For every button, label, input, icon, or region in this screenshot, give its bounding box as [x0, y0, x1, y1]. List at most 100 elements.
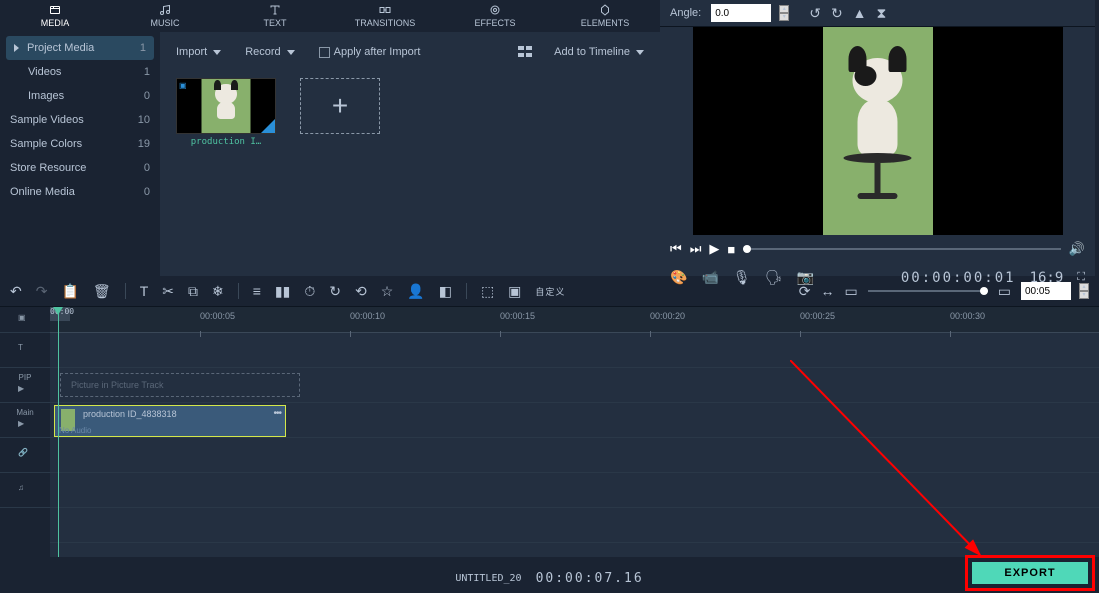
pip-track-icon: ▶: [18, 384, 32, 398]
duration-input[interactable]: [1021, 282, 1071, 300]
speed-icon[interactable]: ⏱: [304, 283, 315, 300]
track-main[interactable]: production ID_4838318 No Audio •••: [50, 403, 1099, 438]
elements-icon: [597, 4, 613, 16]
tab-elements[interactable]: ELEMENTS: [550, 0, 660, 32]
next-button[interactable]: ⏭: [690, 241, 702, 257]
tab-text[interactable]: TEXT: [220, 0, 330, 32]
tab-transitions[interactable]: TRANSITIONS: [330, 0, 440, 32]
cut-icon[interactable]: ✂: [162, 283, 174, 300]
flip-vertical-icon[interactable]: ⧗: [877, 5, 887, 22]
shapes-icon[interactable]: ◧: [439, 283, 452, 300]
zoom-out-icon[interactable]: ▭: [845, 283, 858, 300]
import-button[interactable]: Import: [176, 46, 221, 58]
track-extra[interactable]: [50, 508, 1099, 543]
add-media-button[interactable]: +: [300, 78, 380, 134]
add-to-timeline-button[interactable]: Add to Timeline: [554, 46, 644, 58]
rotate-right-icon[interactable]: ↻: [831, 5, 843, 22]
sidebar-count: 19: [138, 138, 150, 150]
loop-icon[interactable]: ⟲: [355, 283, 367, 300]
resize-icon[interactable]: ▣: [508, 283, 521, 300]
voice-icon[interactable]: 🗣: [765, 269, 783, 286]
crop-icon[interactable]: ⬚: [481, 283, 494, 300]
color-icon[interactable]: 🎨: [670, 269, 687, 286]
sidebar-item-online-media[interactable]: Online Media 0: [0, 180, 160, 204]
pip-label: PIP: [19, 373, 32, 382]
sidebar-count: 0: [144, 162, 150, 174]
track-label-main[interactable]: Main ▶: [0, 403, 50, 438]
rotate-left-icon[interactable]: ↺: [809, 5, 821, 22]
video-preview: [693, 27, 1063, 235]
text-tool-icon[interactable]: T: [140, 283, 149, 299]
track-label-link[interactable]: 🔗: [0, 438, 50, 473]
split-icon[interactable]: ⧉: [188, 283, 198, 300]
reverse-icon[interactable]: ↻: [329, 283, 341, 300]
chevron-down-icon: [287, 50, 295, 55]
main-clip[interactable]: production ID_4838318 No Audio •••: [54, 405, 286, 437]
sidebar-count: 0: [144, 186, 150, 198]
tab-effects[interactable]: EFFECTS: [440, 0, 550, 32]
undo-icon[interactable]: ↶: [10, 283, 22, 300]
track-link[interactable]: [50, 438, 1099, 473]
no-audio-label: No Audio: [59, 426, 91, 435]
mic-icon[interactable]: 🎙: [733, 269, 751, 286]
sidebar-label: Images: [28, 90, 64, 102]
sidebar-count: 1: [140, 42, 146, 54]
duration-spinner[interactable]: ▴▾: [1079, 283, 1089, 299]
track-label-audio[interactable]: ♫: [0, 473, 50, 508]
timeline-ruler[interactable]: 00:00 00:00:05 00:00:10 00:00:15 00:00:2…: [50, 307, 1099, 333]
star-icon[interactable]: ☆: [381, 283, 394, 300]
ruler-tick: 00:00:25: [800, 311, 835, 321]
fit-icon[interactable]: ↔: [821, 283, 835, 299]
freeze-icon[interactable]: ❄: [212, 283, 224, 300]
playhead[interactable]: [58, 307, 59, 557]
import-label: Import: [176, 46, 207, 58]
camera-record-icon[interactable]: 📹: [701, 269, 718, 286]
sidebar-item-project-media[interactable]: Project Media 1: [6, 36, 154, 60]
sidebar-item-sample-videos[interactable]: Sample Videos 10: [0, 108, 160, 132]
sync-icon[interactable]: ⟳: [799, 283, 811, 300]
sidebar-item-images[interactable]: Images 0: [0, 84, 160, 108]
thumbnail-name: production I…: [176, 137, 276, 147]
add-timeline-label: Add to Timeline: [554, 46, 630, 58]
track-label-text[interactable]: T: [0, 333, 50, 368]
play-button[interactable]: ▶: [709, 241, 719, 257]
copy-icon[interactable]: 📋: [61, 283, 78, 300]
clip-menu-icon[interactable]: •••: [273, 408, 281, 419]
export-button[interactable]: EXPORT: [972, 562, 1088, 584]
bars-icon[interactable]: ▮▮: [275, 283, 290, 300]
sidebar-count: 0: [144, 90, 150, 102]
track-pip[interactable]: Picture in Picture Track: [50, 368, 1099, 403]
zoom-in-icon[interactable]: ▭: [998, 283, 1011, 300]
person-icon[interactable]: 👤: [407, 283, 424, 300]
sidebar-item-store-resource[interactable]: Store Resource 0: [0, 156, 160, 180]
track-label-overview[interactable]: ▣: [0, 307, 50, 333]
redo-icon[interactable]: ↷: [36, 283, 48, 300]
volume-icon[interactable]: 🔊: [1069, 241, 1085, 257]
sidebar-label: Project Media: [27, 42, 94, 54]
record-button[interactable]: Record: [245, 46, 294, 58]
sidebar-label: Sample Colors: [10, 138, 82, 150]
track-text[interactable]: [50, 333, 1099, 368]
sidebar-label: Store Resource: [10, 162, 86, 174]
angle-spinner[interactable]: ▴▾: [779, 5, 789, 21]
apply-after-import-checkbox[interactable]: Apply after Import: [319, 46, 421, 58]
track-audio[interactable]: [50, 473, 1099, 508]
sidebar-item-sample-colors[interactable]: Sample Colors 19: [0, 132, 160, 156]
thumbnail-image: ▣: [176, 78, 276, 134]
align-icon[interactable]: ≡: [253, 283, 261, 299]
link-track-icon: 🔗: [18, 448, 32, 462]
stop-button[interactable]: ■: [727, 242, 735, 257]
track-label-pip[interactable]: PIP ▶: [0, 368, 50, 403]
media-thumbnail[interactable]: ▣ production I…: [176, 78, 276, 147]
sidebar-item-videos[interactable]: Videos 1: [0, 60, 160, 84]
grid-view-icon[interactable]: [518, 46, 534, 58]
progress-slider[interactable]: [743, 248, 1061, 250]
prev-button[interactable]: ⏮: [670, 241, 682, 257]
ruler-tick: 00:00:20: [650, 311, 685, 321]
angle-input[interactable]: [711, 4, 771, 22]
tab-media[interactable]: MEDIA: [0, 0, 110, 32]
delete-icon[interactable]: 🗑: [93, 283, 111, 300]
flip-horizontal-icon[interactable]: ▲: [853, 5, 867, 22]
tab-music[interactable]: MUSIC: [110, 0, 220, 32]
zoom-slider[interactable]: [868, 290, 988, 292]
